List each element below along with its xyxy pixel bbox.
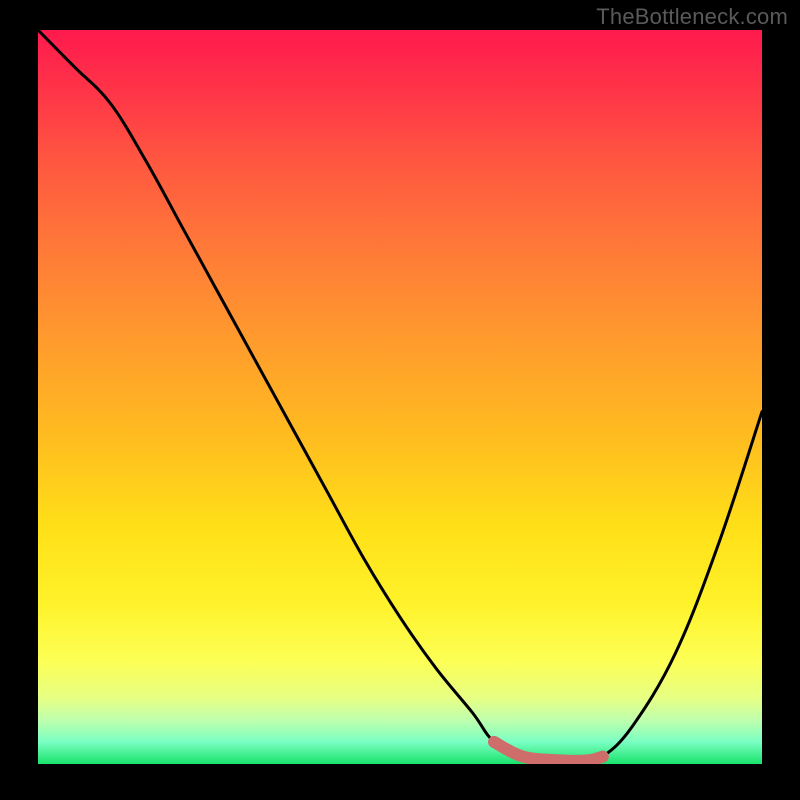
chart-frame: TheBottleneck.com	[0, 0, 800, 800]
segment-start-dot	[488, 736, 500, 748]
bottleneck-curve-path	[38, 30, 762, 761]
plot-area	[38, 30, 762, 764]
watermark-text: TheBottleneck.com	[596, 4, 788, 30]
chart-svg	[38, 30, 762, 764]
segment-end-dot	[597, 751, 609, 763]
optimal-segment-path	[494, 742, 603, 761]
